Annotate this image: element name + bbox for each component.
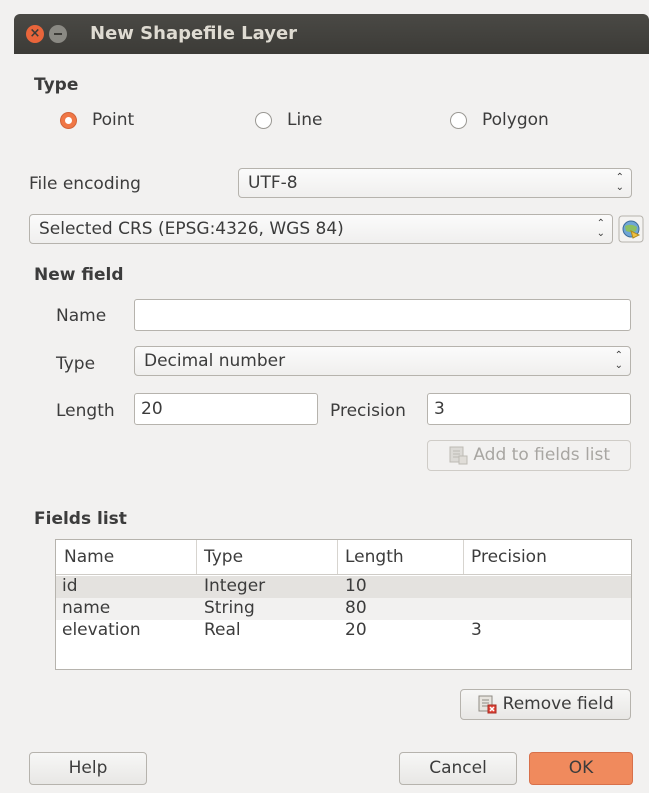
length-input[interactable]: 20 (134, 393, 318, 425)
crs-selector-button[interactable] (618, 215, 644, 243)
column-divider (463, 540, 464, 574)
crs-select[interactable]: Selected CRS (EPSG:4326, WGS 84) ⌃ ⌄ (29, 214, 613, 244)
minimize-icon[interactable] (49, 25, 67, 43)
file-encoding-value: UTF-8 (248, 173, 298, 193)
add-field-icon (449, 446, 468, 465)
column-divider (196, 540, 197, 574)
polygon-radio-label[interactable]: Polygon (482, 110, 549, 130)
remove-field-icon (478, 695, 497, 714)
length-label: Length (56, 401, 115, 421)
help-button-label: Help (68, 758, 108, 778)
cell-name: elevation (62, 620, 141, 640)
new-field-heading: New field (34, 265, 124, 285)
crs-globe-icon (618, 215, 644, 243)
fields-table[interactable]: Name Type Length Precision id Integer 10… (55, 539, 632, 670)
remove-field-label: Remove field (502, 694, 614, 714)
polygon-radio[interactable] (450, 112, 467, 129)
column-header-length[interactable]: Length (345, 547, 404, 567)
precision-input[interactable]: 3 (427, 393, 631, 425)
column-header-precision[interactable]: Precision (471, 547, 547, 567)
ok-button-label: OK (568, 758, 594, 778)
precision-value: 3 (434, 399, 445, 419)
type-heading: Type (34, 75, 79, 95)
help-button[interactable]: Help (29, 752, 147, 785)
ok-button[interactable]: OK (529, 752, 633, 785)
window-title: New Shapefile Layer (90, 23, 298, 44)
add-to-fields-list-label: Add to fields list (473, 445, 611, 465)
cell-length: 10 (345, 576, 367, 596)
length-value: 20 (141, 399, 163, 419)
table-row[interactable]: id Integer 10 (56, 576, 631, 598)
point-radio-label[interactable]: Point (92, 110, 134, 130)
cell-type: Real (204, 620, 241, 640)
cell-name: name (62, 598, 111, 618)
crs-value: Selected CRS (EPSG:4326, WGS 84) (39, 219, 344, 239)
close-icon[interactable]: × (26, 25, 44, 43)
cell-precision: 3 (471, 620, 482, 640)
point-radio[interactable] (60, 112, 77, 129)
cell-type: String (204, 598, 255, 618)
line-radio[interactable] (255, 112, 272, 129)
name-label: Name (56, 306, 107, 326)
table-row[interactable]: name String 80 (56, 598, 631, 620)
type-label: Type (56, 354, 96, 374)
cancel-button-label: Cancel (429, 758, 487, 778)
title-bar: × New Shapefile Layer (14, 14, 649, 54)
file-encoding-select[interactable]: UTF-8 ⌃ ⌄ (238, 168, 632, 198)
column-header-name[interactable]: Name (64, 547, 114, 567)
spinner-arrows-icon: ⌃ ⌄ (596, 218, 605, 239)
cell-type: Integer (204, 576, 266, 596)
file-encoding-label: File encoding (29, 174, 141, 194)
name-input[interactable] (134, 299, 631, 331)
remove-field-button[interactable]: Remove field (460, 689, 631, 720)
cancel-button[interactable]: Cancel (399, 752, 517, 785)
cell-length: 20 (345, 620, 367, 640)
cell-name: id (62, 576, 78, 596)
spinner-arrows-icon: ⌃ ⌄ (614, 350, 623, 371)
column-header-type[interactable]: Type (204, 547, 243, 567)
line-radio-label[interactable]: Line (287, 110, 322, 130)
precision-label: Precision (330, 401, 406, 421)
table-row[interactable]: elevation Real 20 3 (56, 620, 631, 642)
fields-table-header: Name Type Length Precision (56, 540, 631, 575)
field-type-value: Decimal number (144, 351, 286, 371)
spinner-arrows-icon: ⌃ ⌄ (615, 172, 624, 193)
column-divider (337, 540, 338, 574)
cell-length: 80 (345, 598, 367, 618)
fields-list-heading: Fields list (34, 509, 127, 529)
add-to-fields-list-button[interactable]: Add to fields list (427, 440, 631, 471)
field-type-select[interactable]: Decimal number ⌃ ⌄ (134, 346, 631, 376)
